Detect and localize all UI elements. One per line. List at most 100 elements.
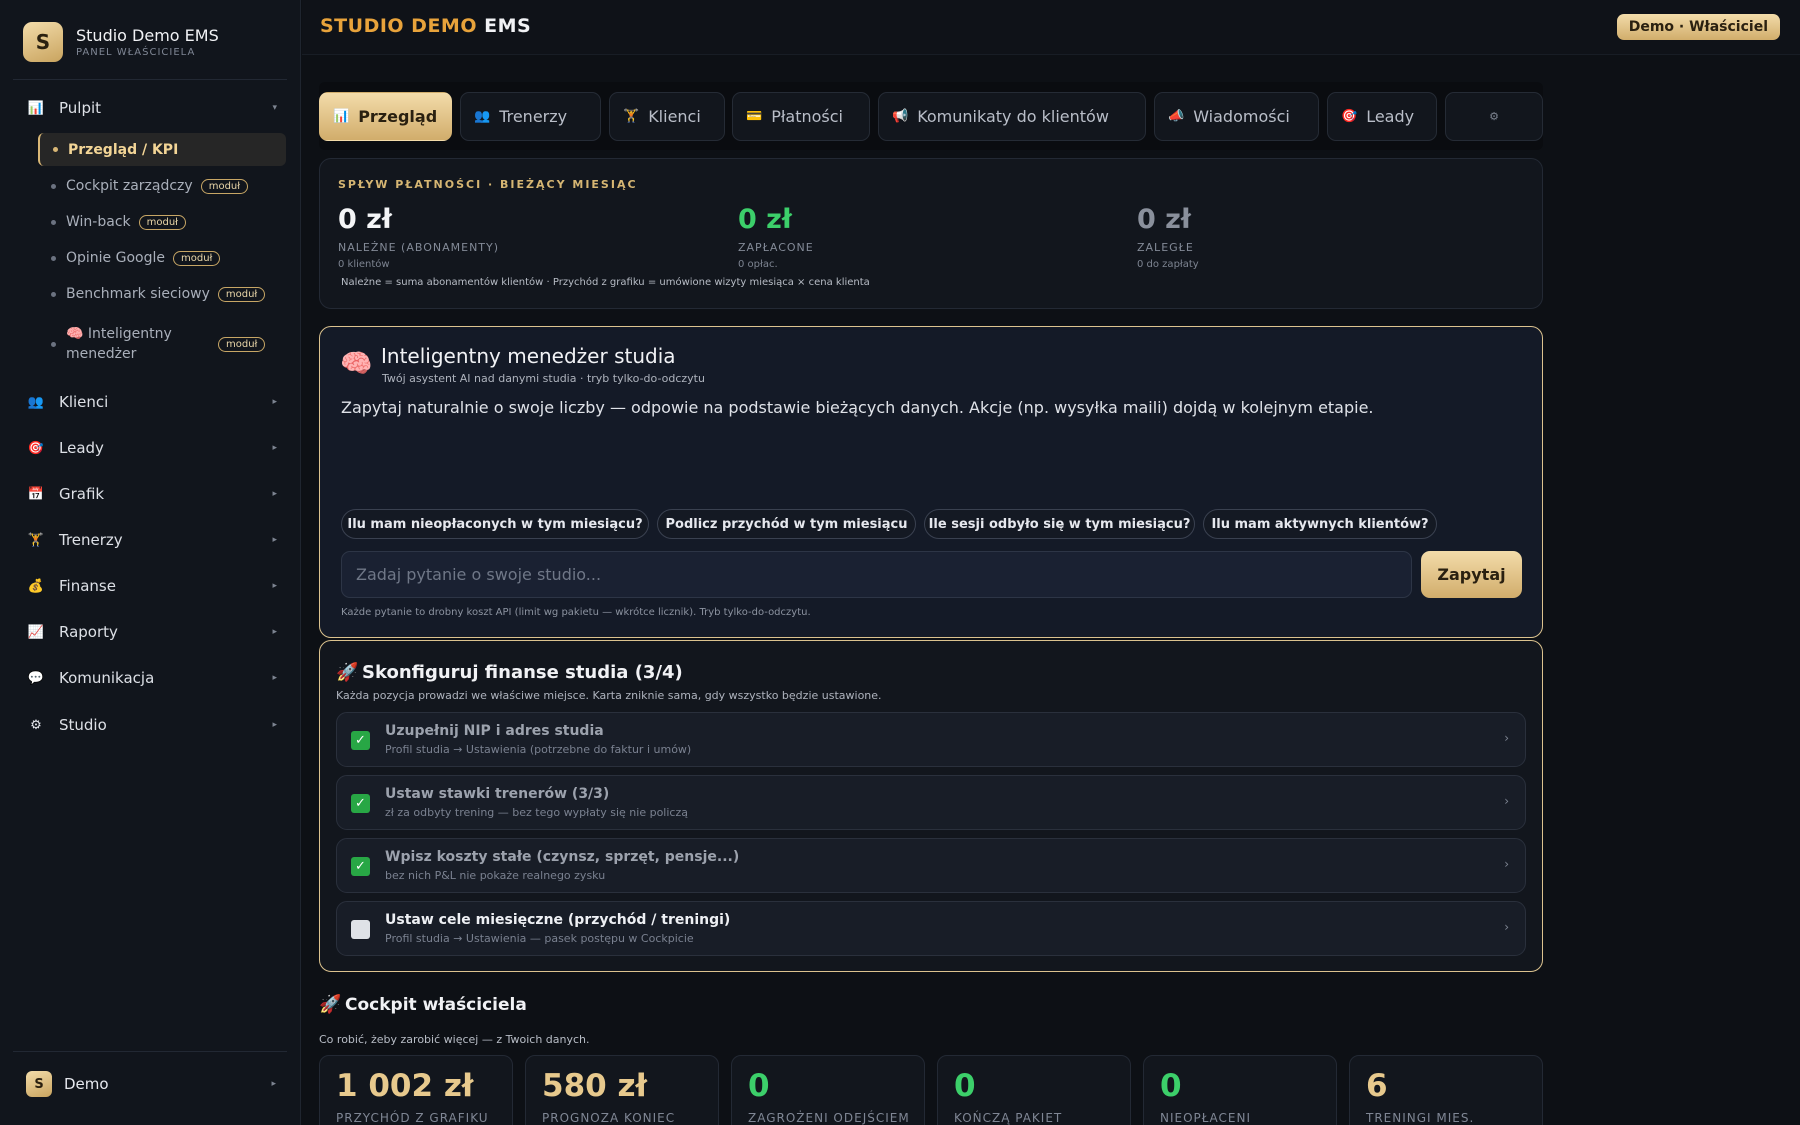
kpi-overdue: 0 zł ZALEGŁE 0 do zapłaty bbox=[1137, 204, 1199, 270]
setup-task-nip[interactable]: ✓ Uzupełnij NIP i adres studia Profil st… bbox=[336, 712, 1526, 767]
rocket-icon: 🚀 bbox=[336, 662, 359, 683]
kpi-label: NALEŻNE (ABONAMENTY) bbox=[338, 241, 500, 254]
gear-icon: ⚙ bbox=[1489, 110, 1499, 123]
weightlifter-icon: 🏋 bbox=[623, 109, 640, 124]
chevron-right-icon: ▸ bbox=[272, 489, 277, 499]
ask-button[interactable]: Zapytaj bbox=[1421, 551, 1522, 598]
megaphone-icon: 📢 bbox=[892, 109, 909, 124]
tab-settings[interactable]: ⚙ bbox=[1445, 92, 1543, 141]
setup-task-rates[interactable]: ✓ Ustaw stawki trenerów (3/3) zł za odby… bbox=[336, 775, 1526, 830]
sidebar-subitem-label: Benchmark sieciowy bbox=[66, 286, 210, 302]
sidebar-subitem-win-back[interactable]: Win-back moduł bbox=[38, 211, 286, 233]
suggestion-chip-sessions[interactable]: Ile sesji odbyło się w tym miesiącu? bbox=[924, 509, 1195, 539]
sidebar-item-trenerzy[interactable]: 🏋 Trenerzy ▸ bbox=[25, 528, 277, 552]
tab-platnosci[interactable]: 💳 Płatności bbox=[732, 92, 870, 141]
credit-card-icon: 💳 bbox=[746, 109, 763, 124]
page-title: STUDIO DEMO EMS bbox=[320, 15, 532, 37]
sidebar-item-label: Raporty bbox=[59, 623, 118, 641]
setup-task-goals[interactable]: Ustaw cele miesięczne (przychód / trenin… bbox=[336, 901, 1526, 956]
module-badge: moduł bbox=[217, 286, 266, 302]
stat-label: ZAGROŻENI ODEJŚCIEM bbox=[748, 1111, 910, 1125]
task-description: zł za odbyty trening — bez tego wypłaty … bbox=[385, 806, 688, 819]
sidebar-item-studio[interactable]: ⚙ Studio ▸ bbox=[25, 713, 277, 737]
suggestion-chip-unpaid[interactable]: Ilu mam nieopłaconych w tym miesiącu? bbox=[341, 509, 649, 539]
rocket-icon: 🚀 bbox=[319, 994, 342, 1015]
stat-value: 0 bbox=[954, 1068, 976, 1104]
speech-bubble-icon: 💬 bbox=[27, 670, 45, 686]
task-title: Ustaw cele miesięczne (przychód / trenin… bbox=[385, 912, 731, 928]
chevron-right-icon: ▸ bbox=[272, 581, 277, 591]
sidebar-item-leady[interactable]: 🎯 Leady ▸ bbox=[25, 436, 277, 460]
sidebar-subitem-cockpit[interactable]: Cockpit zarządczy moduł bbox=[38, 175, 286, 197]
sidebar-subitem-inteligentny-menedzer[interactable]: 🧠 Inteligentny menedżer moduł bbox=[38, 324, 286, 364]
stat-card-churn-risk: 0 ZAGROŻENI ODEJŚCIEM bbox=[731, 1055, 925, 1125]
brain-icon: 🧠 bbox=[340, 349, 373, 379]
sidebar-item-klienci[interactable]: 👥 Klienci ▸ bbox=[25, 390, 277, 414]
sidebar-subitem-przeglad-kpi[interactable]: Przegląd / KPI bbox=[38, 133, 286, 166]
brand: S Studio Demo EMS PANEL WŁAŚCICIELA bbox=[23, 22, 219, 62]
task-description: Profil studia → Ustawienia — pasek postę… bbox=[385, 932, 694, 945]
checkmark-icon: ✓ bbox=[351, 794, 370, 813]
chevron-right-icon: ▸ bbox=[272, 397, 277, 407]
sidebar-item-raporty[interactable]: 📈 Raporty ▸ bbox=[25, 620, 277, 644]
sidebar-item-komunikacja[interactable]: 💬 Komunikacja ▸ bbox=[25, 666, 277, 690]
setup-subtitle: Każda pozycja prowadzi we właściwe miejs… bbox=[336, 689, 882, 702]
stat-value: 580 zł bbox=[542, 1068, 648, 1104]
stat-value: 0 bbox=[1160, 1068, 1182, 1104]
sidebar-item-pulpit[interactable]: 📊 Pulpit ▾ bbox=[25, 96, 277, 120]
checkbox-empty-icon bbox=[351, 920, 370, 939]
sidebar-subitem-label: Opinie Google bbox=[66, 250, 165, 266]
kpi-sub: 0 opłac. bbox=[738, 259, 778, 270]
weightlifter-icon: 🏋 bbox=[27, 532, 45, 548]
brand-name: Studio Demo EMS bbox=[76, 26, 219, 45]
sidebar-item-label: Klienci bbox=[59, 393, 109, 411]
user-menu[interactable]: S Demo ▸ bbox=[26, 1071, 276, 1097]
module-badge: moduł bbox=[218, 336, 266, 352]
sidebar-item-finanse[interactable]: 💰 Finanse ▸ bbox=[25, 574, 277, 598]
role-badge-button[interactable]: Demo · Właściciel bbox=[1616, 14, 1780, 40]
chevron-right-icon: ▸ bbox=[272, 535, 277, 545]
tab-leady[interactable]: 🎯 Leady bbox=[1327, 92, 1437, 141]
stat-value: 0 bbox=[748, 1068, 770, 1104]
bullet-icon bbox=[51, 291, 56, 297]
kpi-sub: 0 do zapłaty bbox=[1137, 259, 1199, 270]
avatar: S bbox=[26, 1071, 52, 1097]
trend-chart-icon: 📈 bbox=[27, 624, 45, 640]
setup-task-fixed-costs[interactable]: ✓ Wpisz koszty stałe (czynsz, sprzęt, pe… bbox=[336, 838, 1526, 893]
checkmark-icon: ✓ bbox=[351, 857, 370, 876]
kpi-label: ZAPŁACONE bbox=[738, 241, 814, 254]
tab-wiadomosci[interactable]: 📣 Wiadomości bbox=[1154, 92, 1319, 141]
tab-trenerzy[interactable]: 👥 Trenerzy bbox=[460, 92, 601, 141]
task-title: Wpisz koszty stałe (czynsz, sprzęt, pens… bbox=[385, 849, 740, 865]
calendar-icon: 📅 bbox=[27, 486, 45, 502]
tab-przeglad[interactable]: 📊 Przegląd bbox=[319, 92, 452, 141]
sidebar-item-grafik[interactable]: 📅 Grafik ▸ bbox=[25, 482, 277, 506]
ai-footer-note: Każde pytanie to drobny koszt API (limit… bbox=[341, 607, 811, 618]
tab-komunikaty[interactable]: 📢 Komunikaty do klientów bbox=[878, 92, 1146, 141]
suggestion-chip-active-clients[interactable]: Ilu mam aktywnych klientów? bbox=[1203, 509, 1437, 539]
task-description: Profil studia → Ustawienia (potrzebne do… bbox=[385, 743, 692, 756]
chevron-right-icon: › bbox=[1504, 731, 1509, 745]
module-badge: moduł bbox=[200, 178, 249, 194]
sidebar-subitem-label: Cockpit zarządczy bbox=[66, 178, 193, 194]
sidebar-subitem-opinie-google[interactable]: Opinie Google moduł bbox=[38, 247, 286, 269]
top-bar: STUDIO DEMO EMS Demo · Właściciel bbox=[302, 0, 1800, 55]
sidebar-subitem-label: Win-back bbox=[66, 214, 131, 230]
target-icon: 🎯 bbox=[1341, 109, 1358, 124]
stat-label: PRZYCHÓD Z GRAFIKU bbox=[336, 1111, 489, 1125]
tab-klienci[interactable]: 🏋 Klienci bbox=[609, 92, 725, 141]
chevron-right-icon: › bbox=[1504, 794, 1509, 808]
suggestion-chip-revenue[interactable]: Podlicz przychód w tym miesiącu bbox=[657, 509, 916, 539]
money-bag-icon: 💰 bbox=[27, 578, 45, 594]
sidebar-subitem-benchmark[interactable]: Benchmark sieciowy moduł bbox=[38, 283, 286, 305]
kpi-value: 0 zł bbox=[1137, 204, 1191, 235]
sidebar-item-label: Studio bbox=[59, 716, 107, 734]
chevron-right-icon: ▸ bbox=[272, 720, 277, 730]
module-badge: moduł bbox=[173, 250, 221, 266]
ai-question-input[interactable] bbox=[341, 551, 1412, 598]
kpi-value: 0 zł bbox=[738, 204, 792, 235]
brand-logo: S bbox=[23, 22, 63, 62]
user-name: Demo bbox=[64, 1075, 109, 1093]
stat-card-revenue: 1 002 zł PRZYCHÓD Z GRAFIKU bbox=[319, 1055, 513, 1125]
users-icon: 👥 bbox=[27, 394, 45, 410]
